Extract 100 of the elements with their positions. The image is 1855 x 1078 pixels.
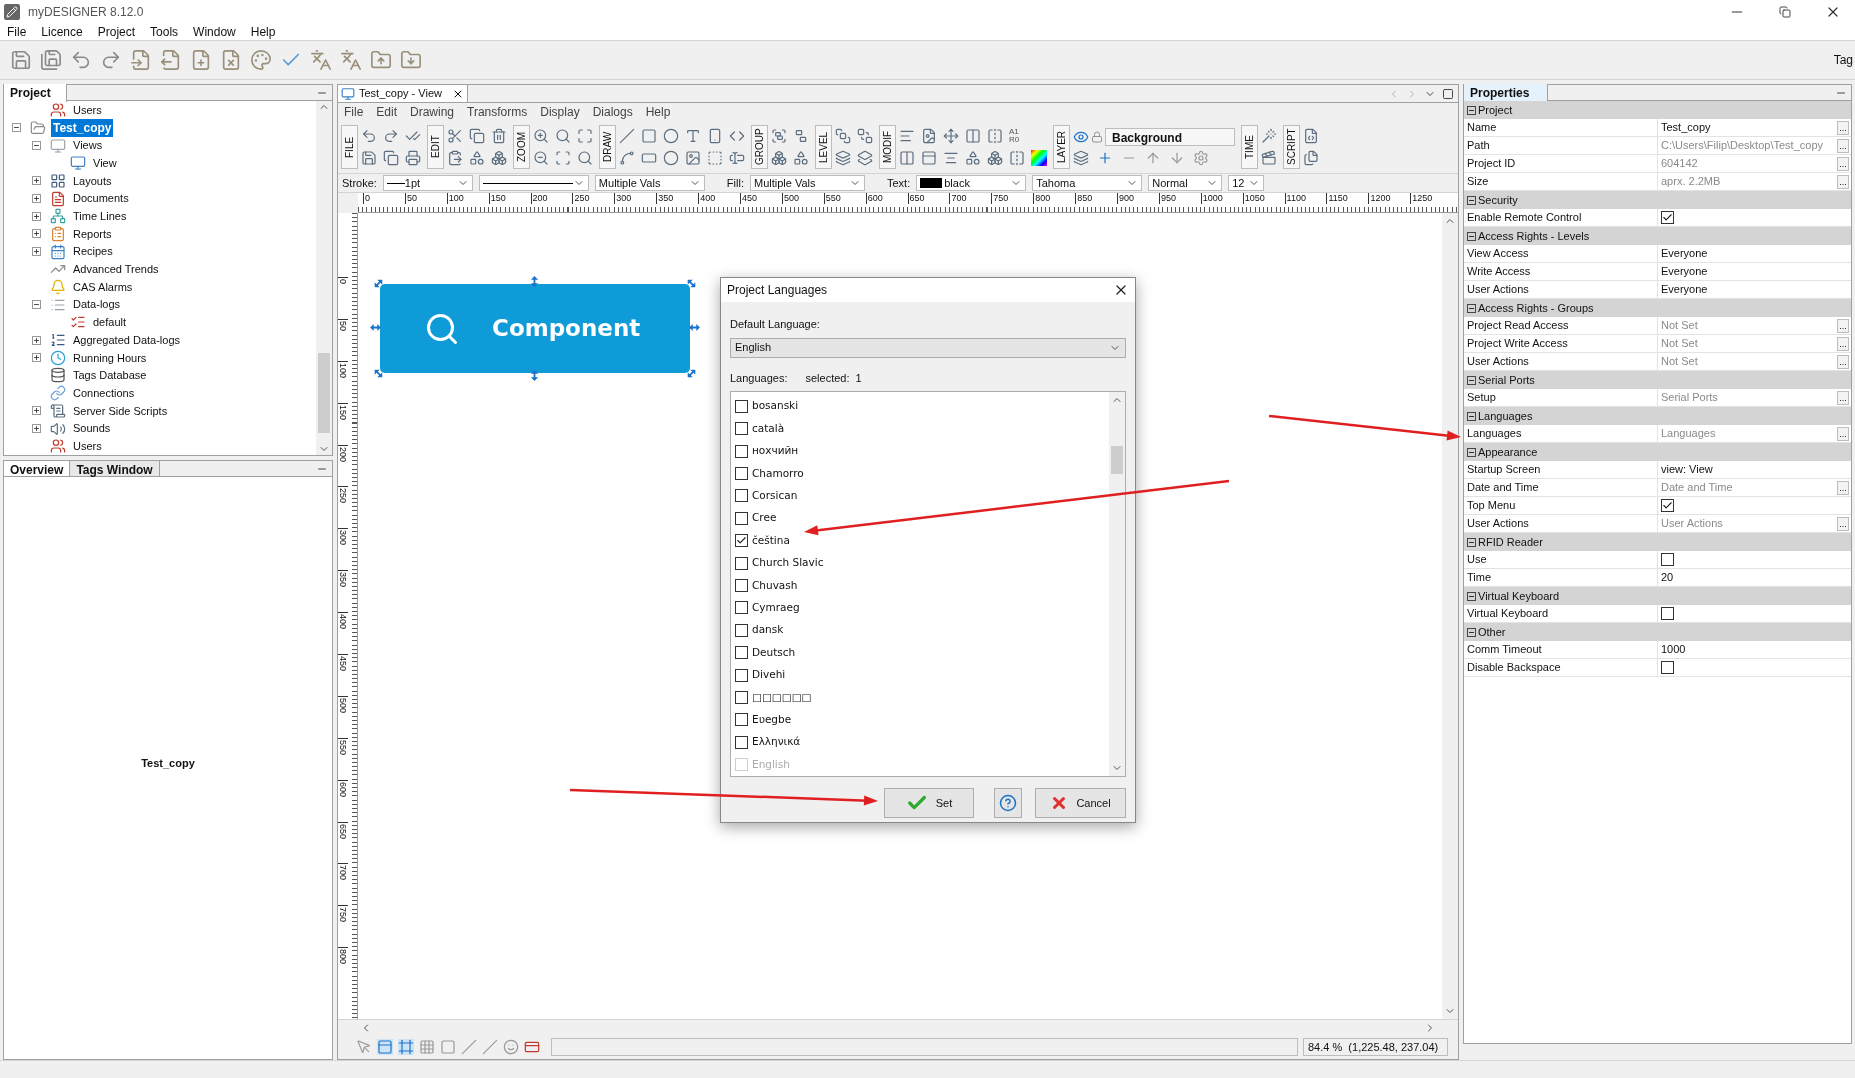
stroke-width-dropdown[interactable]: 1pt — [382, 175, 473, 191]
translate-icon[interactable] — [340, 49, 362, 71]
tree-item[interactable]: Connections — [71, 384, 137, 402]
ellipsis-button[interactable]: ... — [1837, 174, 1849, 189]
file-delete-icon[interactable] — [220, 49, 242, 71]
checkbox[interactable] — [735, 444, 748, 458]
menu-item[interactable]: Drawing — [410, 103, 455, 121]
language-label[interactable]: čeština — [752, 532, 790, 549]
tree-item[interactable]: Sounds — [71, 420, 113, 437]
card-icon[interactable] — [524, 1039, 540, 1055]
menu-item[interactable]: File — [7, 23, 27, 41]
file-plus-icon[interactable] — [190, 49, 212, 71]
tree-item[interactable]: Server Side Scripts — [71, 402, 170, 420]
rectangle-icon[interactable] — [641, 150, 657, 166]
palette-icon[interactable] — [250, 49, 272, 71]
ellipsis-button[interactable]: ... — [1837, 120, 1849, 135]
plus-icon[interactable] — [1097, 150, 1113, 166]
checkbox[interactable] — [735, 713, 748, 727]
checkbox[interactable] — [1661, 499, 1674, 512]
zoom-in-icon[interactable] — [533, 128, 549, 144]
ellipsis-button[interactable]: ... — [1837, 426, 1849, 441]
resize-handle[interactable] — [530, 276, 539, 287]
code-icon[interactable] — [729, 128, 745, 144]
tree-item[interactable]: Recipes — [71, 243, 115, 260]
zoom-out-icon[interactable] — [533, 150, 549, 166]
checkbox[interactable] — [735, 601, 748, 615]
save-all-icon[interactable] — [40, 49, 62, 71]
menu-item[interactable]: Project — [97, 23, 136, 41]
tree-item[interactable]: Reports — [71, 225, 114, 243]
language-label[interactable]: Chuvash — [752, 577, 798, 594]
fill-dropdown[interactable]: Multiple Vals — [749, 175, 865, 191]
layer-button[interactable]: Background — [1105, 128, 1235, 146]
line-style-dropdown[interactable] — [478, 175, 589, 191]
ellipsis-button[interactable]: ... — [1837, 138, 1849, 153]
expand-toggle-icon[interactable] — [32, 335, 41, 345]
menu-item[interactable]: Tools — [150, 23, 179, 41]
export-icon[interactable] — [160, 49, 182, 71]
checkbox[interactable] — [1661, 553, 1674, 566]
maximize-icon[interactable] — [1442, 87, 1454, 100]
file-code-icon[interactable] — [1303, 128, 1319, 144]
ellipsis-button[interactable]: ... — [1837, 336, 1849, 351]
collapse-toggle-icon[interactable] — [1467, 105, 1476, 115]
ellipsis-button[interactable]: ... — [1837, 516, 1849, 531]
document-tab[interactable]: Test_copy - View — [338, 85, 468, 102]
delete-icon[interactable] — [491, 128, 507, 144]
language-label[interactable]: Cymraeg — [752, 600, 800, 616]
panel-icon[interactable] — [377, 1039, 393, 1055]
layers-icon[interactable] — [1073, 150, 1089, 166]
tree-item[interactable]: Time Lines — [71, 208, 129, 225]
columns-icon[interactable] — [899, 150, 915, 166]
checkbox[interactable] — [735, 422, 748, 436]
send-to-back-icon[interactable] — [857, 128, 873, 144]
panel-tab[interactable]: Tags Window — [70, 461, 160, 476]
set-button[interactable]: Set — [884, 788, 974, 818]
circle-icon[interactable] — [663, 128, 679, 144]
checkbox[interactable] — [735, 691, 748, 704]
language-label[interactable]: Eʋegbe — [752, 712, 792, 728]
undo-icon[interactable] — [361, 128, 377, 144]
expand-toggle-icon[interactable] — [32, 194, 41, 204]
text-icon[interactable] — [685, 128, 701, 144]
color-spectrum-icon[interactable] — [1031, 150, 1047, 166]
ellipsis-button[interactable]: ... — [1837, 390, 1849, 405]
collapse-toggle-icon[interactable] — [1467, 591, 1476, 601]
file-image-icon[interactable] — [921, 128, 937, 144]
language-label[interactable]: dansk — [752, 622, 784, 639]
collapse-toggle-icon[interactable] — [1467, 447, 1476, 457]
scrollbar[interactable] — [338, 1019, 1458, 1035]
text-field-icon[interactable] — [729, 150, 745, 166]
expand-toggle-icon[interactable] — [32, 176, 41, 186]
text-color-dropdown[interactable]: black — [916, 175, 1027, 191]
expand-toggle-icon[interactable] — [32, 247, 41, 257]
expand-toggle-icon[interactable] — [32, 406, 41, 416]
menu-item[interactable]: Help — [250, 23, 276, 41]
font-style-dropdown[interactable]: Normal — [1148, 175, 1223, 191]
ellipsis-button[interactable]: ... — [1837, 354, 1849, 369]
redo-icon[interactable] — [100, 49, 122, 71]
eye-icon[interactable] — [1073, 129, 1089, 145]
collapse-toggle-icon[interactable] — [1467, 195, 1476, 205]
collapse-toggle-icon[interactable] — [1467, 303, 1476, 313]
spline-icon[interactable] — [619, 150, 635, 166]
pointer-icon[interactable] — [356, 1039, 372, 1055]
menu-item[interactable]: Display — [540, 103, 580, 121]
line-icon[interactable] — [619, 128, 635, 144]
expand-toggle-icon[interactable] — [32, 229, 41, 239]
language-label[interactable]: □□□□□□ — [752, 689, 812, 706]
language-label[interactable]: Church Slavic — [752, 555, 824, 571]
checkbox[interactable] — [1661, 661, 1674, 674]
menu-item[interactable]: Window — [193, 23, 236, 41]
checkbox[interactable] — [735, 489, 748, 503]
print-preview-icon[interactable] — [405, 150, 421, 166]
collapse-toggle-icon[interactable] — [32, 300, 41, 310]
resize-handle[interactable] — [689, 323, 700, 332]
layers-icon[interactable] — [857, 150, 873, 166]
boxes-icon[interactable] — [987, 150, 1003, 166]
checkbox[interactable] — [735, 735, 748, 749]
checkbox[interactable] — [735, 668, 748, 682]
tree-item[interactable]: default — [91, 314, 129, 331]
stroke-color-dropdown[interactable]: Multiple Vals — [594, 175, 705, 191]
settings-icon[interactable] — [1193, 150, 1209, 166]
tree-item[interactable]: Aggregated Data-logs — [71, 331, 182, 349]
